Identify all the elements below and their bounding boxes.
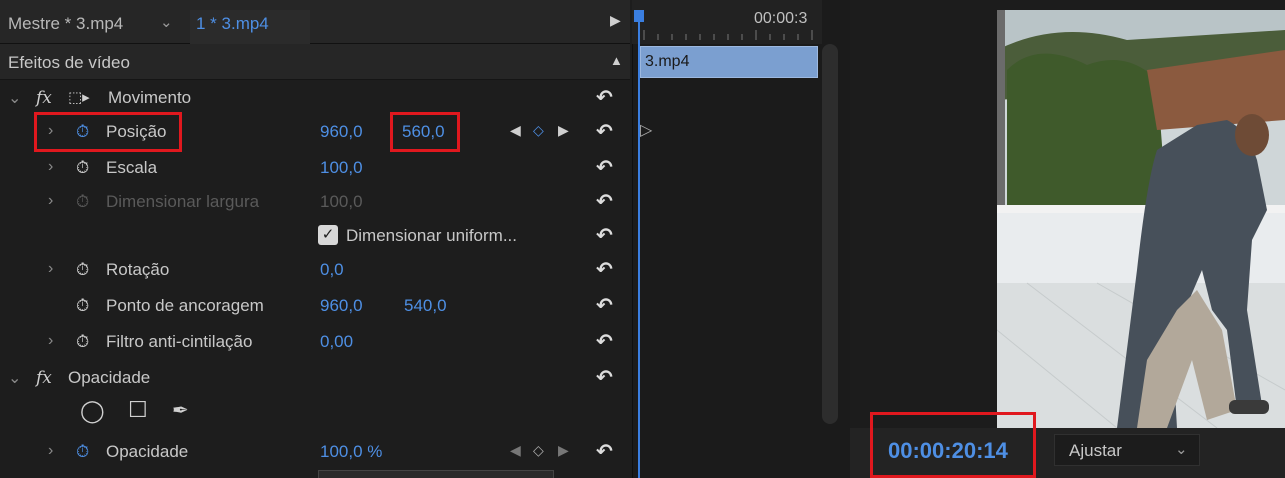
flicker-filter-label: Filtro anti-cintilação: [106, 332, 253, 351]
scale-value[interactable]: 100,0: [320, 158, 363, 178]
property-row-anchor-point: ⏱ Ponto de ancoragem 960,0 540,0 ↶: [0, 288, 630, 322]
timeline-scrollbar[interactable]: [822, 44, 838, 424]
stopwatch-icon[interactable]: ⏱: [76, 158, 89, 178]
rectangle-mask-icon[interactable]: ☐: [128, 397, 148, 423]
add-keyframe-icon[interactable]: ◇: [533, 122, 544, 139]
reset-icon[interactable]: ↶: [596, 439, 613, 464]
next-keyframe-icon[interactable]: ▶: [558, 122, 569, 139]
checkbox-checked[interactable]: ✓: [318, 225, 338, 245]
stopwatch-icon[interactable]: ⏱: [76, 442, 89, 462]
keyframe-marker-icon[interactable]: ▷: [640, 120, 652, 140]
reset-icon[interactable]: ↶: [596, 119, 613, 144]
playhead-line[interactable]: [638, 10, 640, 478]
expand-chevron-icon[interactable]: ›: [48, 332, 53, 350]
chevron-down-icon[interactable]: ⌄: [160, 13, 173, 31]
stopwatch-icon: ⏱: [76, 192, 90, 211]
chevron-down-icon[interactable]: ⌄: [8, 88, 21, 108]
reset-icon[interactable]: ↶: [596, 155, 613, 180]
property-row-scale-width: › ⏱ Dimensionar largura 100,0 ↶: [0, 184, 630, 218]
highlight-box-position-y: [390, 112, 460, 152]
rotation-label: Rotação: [106, 260, 170, 279]
mask-tools-row: ◯ ☐ ✒: [0, 394, 630, 428]
property-row-flicker-filter: › ⏱ Filtro anti-cintilação 0,00 ↶: [0, 324, 630, 358]
property-row-uniform-scale: ✓ Dimensionar uniform... ↶: [0, 218, 630, 252]
expand-chevron-icon[interactable]: ›: [48, 158, 53, 176]
previous-keyframe-icon[interactable]: ◀: [510, 122, 521, 139]
reset-icon[interactable]: ↶: [596, 257, 613, 282]
section-title: Efeitos de vídeo: [8, 53, 130, 72]
reset-icon[interactable]: ↶: [596, 223, 613, 248]
motion-label: Movimento: [108, 88, 192, 107]
play-triangle-icon[interactable]: ▶: [610, 12, 621, 29]
fit-dropdown[interactable]: Ajustar ⌄: [1054, 434, 1200, 466]
chevron-down-icon[interactable]: ⌄: [8, 368, 21, 388]
highlight-box-timecode: [870, 412, 1036, 478]
opacity-effect-label: Opacidade: [68, 368, 151, 387]
expand-chevron-icon[interactable]: ›: [48, 442, 53, 460]
collapse-arrow-icon[interactable]: ▲: [610, 53, 623, 68]
timeline-clip[interactable]: 3.mp4: [640, 46, 818, 78]
scale-label: Escala: [106, 158, 158, 177]
property-row-opacity: › ⏱ Opacidade 100,0 % ◀ ◇ ▶ ↶: [0, 434, 630, 468]
motion-effect-row[interactable]: ⌄ fx ⬚▸ Movimento ↶: [0, 80, 630, 114]
property-row-scale: › ⏱ Escala 100,0 ↶: [0, 150, 630, 184]
position-x-value[interactable]: 960,0: [320, 122, 363, 142]
timeline-clip-name: 3.mp4: [645, 53, 690, 70]
ellipse-mask-icon[interactable]: ◯: [80, 398, 105, 424]
reset-icon[interactable]: ↶: [596, 85, 613, 110]
uniform-scale-label: Dimensionar uniform...: [346, 226, 518, 245]
expand-chevron-icon[interactable]: ›: [48, 260, 53, 278]
anchor-point-label: Ponto de ancoragem: [106, 296, 264, 315]
scale-width-label: Dimensionar largura: [106, 192, 260, 211]
expand-chevron-icon[interactable]: ›: [48, 192, 53, 210]
highlight-box-position-label: [34, 112, 182, 152]
opacity-effect-row[interactable]: ⌄ fx Opacidade ↶: [0, 360, 630, 394]
fit-dropdown-value: Ajustar: [1069, 441, 1122, 460]
timeline-ruler[interactable]: 00:00:3: [632, 0, 822, 44]
anchor-x-value[interactable]: 960,0: [320, 296, 363, 316]
playhead-handle[interactable]: [634, 10, 644, 22]
ruler-timecode: 00:00:3: [754, 10, 808, 27]
reset-icon[interactable]: ↶: [596, 293, 613, 318]
rotation-value[interactable]: 0,0: [320, 260, 344, 280]
pen-mask-icon[interactable]: ✒: [172, 398, 189, 423]
stopwatch-icon[interactable]: ⏱: [76, 260, 89, 280]
previous-keyframe-icon[interactable]: ◀: [510, 442, 521, 459]
next-keyframe-icon[interactable]: ▶: [558, 442, 569, 459]
scale-width-value: 100,0: [320, 192, 363, 211]
sequence-clip-tab[interactable]: 1 * 3.mp4: [196, 14, 269, 34]
effect-controls-tabs: Mestre * 3.mp4 ⌄ 1 * 3.mp4 ▶: [0, 0, 630, 44]
transform-box-icon[interactable]: ⬚▸: [68, 88, 90, 106]
opacity-value[interactable]: 100,0 %: [320, 442, 382, 462]
add-keyframe-icon[interactable]: ◇: [533, 442, 544, 459]
property-row-rotation: › ⏱ Rotação 0,0 ↶: [0, 252, 630, 286]
reset-icon[interactable]: ↶: [596, 189, 613, 214]
reset-icon[interactable]: ↶: [596, 365, 613, 390]
video-effects-header: Efeitos de vídeo ▲: [0, 44, 630, 80]
master-clip-tab[interactable]: Mestre * 3.mp4: [8, 14, 123, 34]
stopwatch-icon[interactable]: ⏱: [76, 296, 89, 316]
blend-mode-dropdown[interactable]: [318, 470, 554, 478]
video-frame[interactable]: [997, 10, 1285, 428]
flicker-filter-value[interactable]: 0,00: [320, 332, 353, 352]
opacity-label: Opacidade: [106, 442, 189, 461]
reset-icon[interactable]: ↶: [596, 329, 613, 354]
fx-icon[interactable]: fx: [36, 368, 52, 388]
stopwatch-icon[interactable]: ⏱: [76, 332, 89, 352]
anchor-y-value[interactable]: 540,0: [404, 296, 447, 316]
chevron-down-icon: ⌄: [1175, 441, 1188, 458]
fx-icon[interactable]: fx: [36, 88, 52, 108]
